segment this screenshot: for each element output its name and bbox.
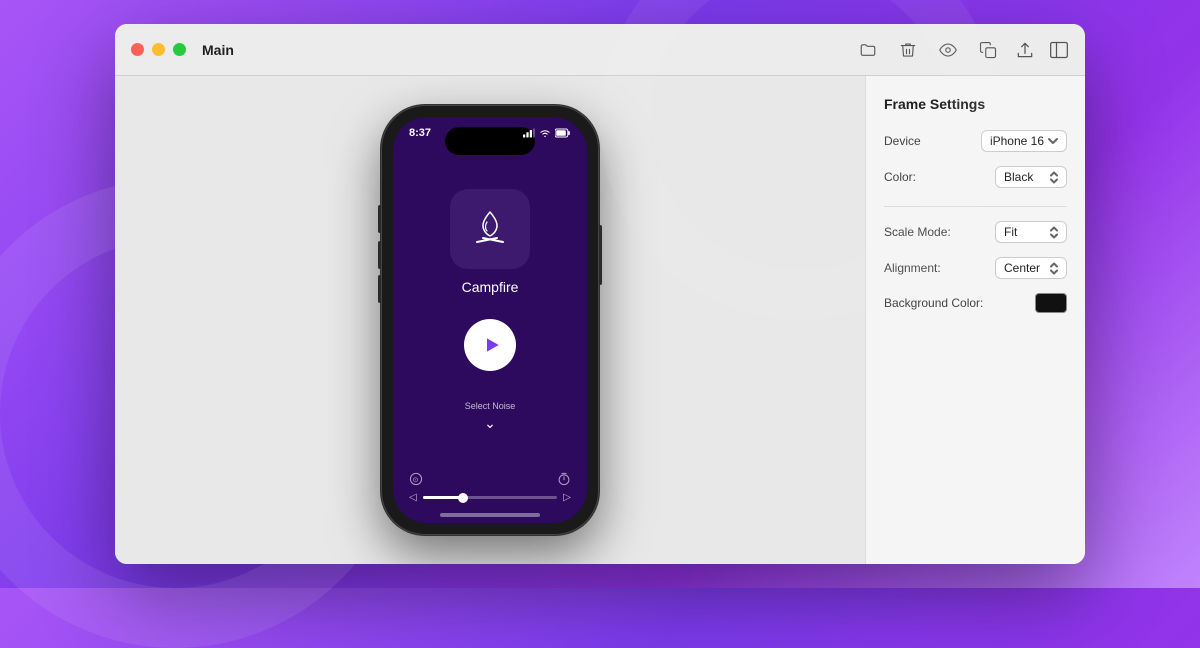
status-bar: 8:37 [393, 117, 587, 161]
signal-icon [523, 127, 535, 139]
bg-color-setting-row: Background Color: [884, 293, 1067, 313]
device-setting-row: Device iPhone 16 [884, 130, 1067, 152]
app-icon [450, 189, 530, 269]
campfire-icon [465, 204, 515, 254]
app-window: Main [115, 24, 1085, 564]
status-icons [523, 127, 571, 139]
status-time: 8:37 [409, 127, 431, 139]
folder-icon[interactable] [859, 41, 877, 59]
scale-label: Scale Mode: [884, 225, 951, 239]
titlebar-right-icons [1015, 40, 1069, 60]
divider-1 [884, 206, 1067, 207]
eye-icon[interactable] [939, 41, 957, 59]
sidebar-icon[interactable] [1049, 40, 1069, 60]
duplicate-icon[interactable] [979, 41, 997, 59]
alignment-label: Alignment: [884, 261, 941, 275]
device-value: iPhone 16 [990, 134, 1044, 148]
scale-arrows [1050, 226, 1058, 239]
app-name-label: Campfire [462, 279, 519, 295]
scale-stepper[interactable]: Fit [995, 221, 1067, 243]
color-stepper[interactable]: Black [995, 166, 1067, 188]
battery-icon [555, 127, 571, 139]
color-value: Black [1004, 170, 1033, 184]
home-indicator [440, 513, 540, 517]
svg-text:⊙: ⊙ [413, 477, 419, 484]
canvas-area: 8:37 [115, 76, 865, 564]
bottom-icons: ⊙ [409, 472, 571, 486]
color-setting-row: Color: Black [884, 166, 1067, 188]
toolbar-icons [859, 41, 997, 59]
frame-settings-panel: Frame Settings Device iPhone 16 Color: B… [865, 76, 1085, 564]
main-content: 8:37 [115, 76, 1085, 564]
wifi-icon [539, 127, 551, 139]
shuffle-icon[interactable]: ⊙ [409, 472, 423, 486]
select-noise-label: Select Noise [465, 401, 516, 411]
device-dropdown[interactable]: iPhone 16 [981, 130, 1067, 152]
timer-icon[interactable] [557, 472, 571, 486]
alignment-arrows [1050, 262, 1058, 275]
scale-setting-row: Scale Mode: Fit [884, 221, 1067, 243]
alignment-setting-row: Alignment: Center [884, 257, 1067, 279]
scale-value: Fit [1004, 225, 1017, 239]
close-button[interactable] [131, 43, 144, 56]
share-icon[interactable] [1015, 40, 1035, 60]
panel-title: Frame Settings [884, 96, 1067, 112]
app-content: Campfire Select Noise ⌄ [393, 155, 587, 472]
device-label: Device [884, 134, 921, 148]
volume-high-icon: ▷ [563, 492, 571, 503]
volume-fill [423, 496, 463, 499]
iphone-frame: 8:37 [381, 105, 599, 535]
stepper-arrows [1050, 171, 1058, 184]
volume-track[interactable] [423, 496, 558, 499]
maximize-button[interactable] [173, 43, 186, 56]
volume-thumb [458, 493, 468, 503]
alignment-value: Center [1004, 261, 1040, 275]
bottom-bar: ⊙ ◁ ▷ [393, 472, 587, 513]
play-icon [482, 335, 502, 355]
volume-row: ◁ ▷ [409, 492, 571, 503]
alignment-stepper[interactable]: Center [995, 257, 1067, 279]
minimize-button[interactable] [152, 43, 165, 56]
titlebar: Main [115, 24, 1085, 76]
chevron-down-icon[interactable]: ⌄ [484, 415, 496, 432]
trash-icon[interactable] [899, 41, 917, 59]
color-label: Color: [884, 170, 916, 184]
bg-color-swatch[interactable] [1035, 293, 1067, 313]
iphone-screen: 8:37 [393, 117, 587, 523]
bg-color-label: Background Color: [884, 296, 983, 310]
volume-low-icon: ◁ [409, 492, 417, 503]
traffic-lights [131, 43, 186, 56]
window-title: Main [202, 42, 234, 58]
play-button[interactable] [464, 319, 516, 371]
